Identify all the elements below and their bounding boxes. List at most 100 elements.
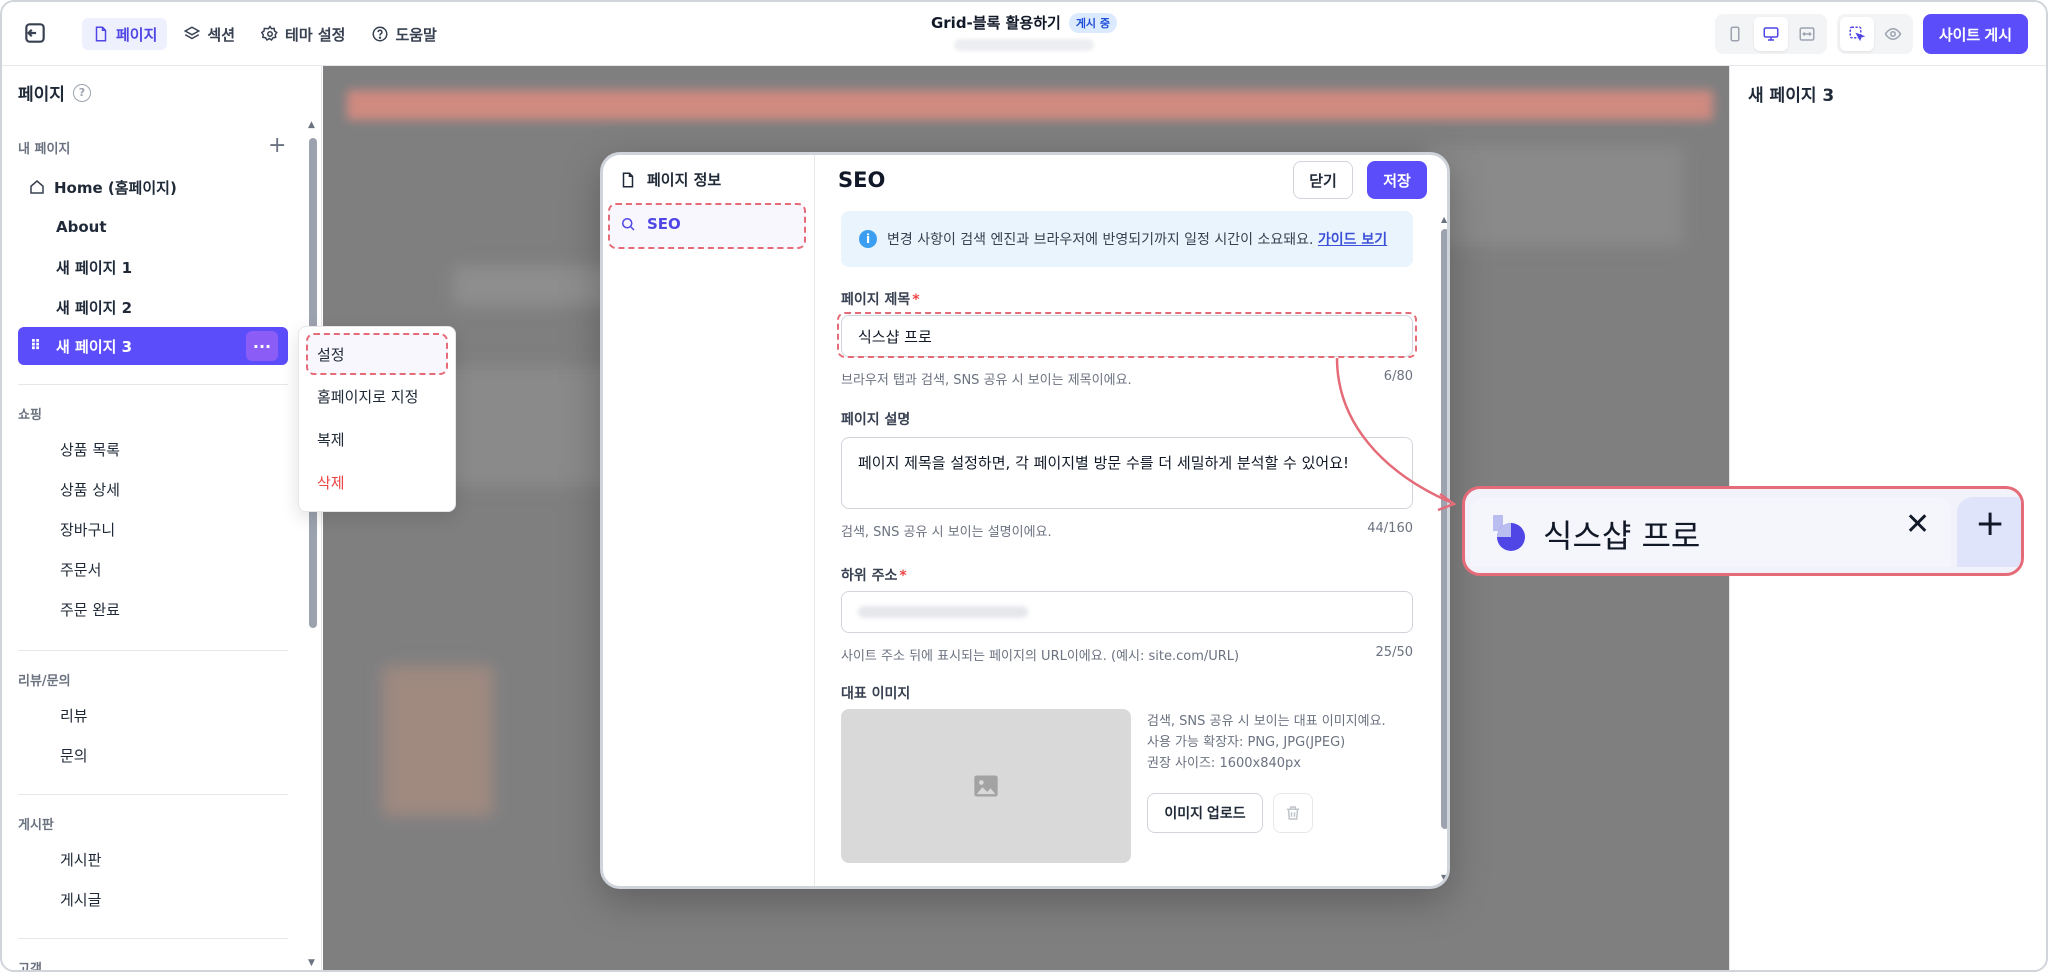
section-review: 리뷰/문의 xyxy=(18,674,71,689)
page-context-menu: 설정 홈페이지로 지정 복제 삭제 xyxy=(298,326,456,512)
favicon-icon xyxy=(1493,515,1525,551)
canvas-block-blurred xyxy=(1423,146,1683,246)
page-desc-textarea[interactable]: 페이지 제목을 설정하면, 각 페이지별 방문 수를 더 세밀하게 분석할 수 … xyxy=(841,437,1413,509)
divider xyxy=(18,794,288,795)
delete-image-button[interactable] xyxy=(1273,793,1313,833)
image-info: 검색, SNS 공유 시 보이는 대표 이미지예요. 사용 가능 확장자: PN… xyxy=(1147,714,1386,771)
section-customer: 고객 xyxy=(18,962,42,972)
close-tab-icon: ✕ xyxy=(1905,507,1931,542)
top-bar: 페이지 섹션 테마 설정 도움말 Grid-블록 활용하기 게시 중 사이트 게… xyxy=(2,2,2046,66)
eye-icon xyxy=(1884,27,1902,41)
modal-scroll-down[interactable]: ▼ xyxy=(1441,873,1447,882)
slug-value-blurred xyxy=(858,606,1028,618)
sidebar-item-inquiry[interactable]: 문의 xyxy=(20,736,290,774)
right-panel-title: 새 페이지 3 xyxy=(1748,86,1835,106)
modal-scroll-up[interactable]: ▲ xyxy=(1441,215,1447,224)
trash-icon xyxy=(1287,806,1299,820)
sidebar-title: 페이지 ? xyxy=(18,80,91,105)
slug-helper: 사이트 주소 뒤에 표시되는 페이지의 URL이에요. (예시: site.co… xyxy=(841,645,1413,664)
site-url-blurred xyxy=(954,39,1094,51)
page-title-helper: 브라우저 탭과 검색, SNS 공유 시 보이는 제목이에요. 6/80 xyxy=(841,369,1413,388)
sidebar-item-about[interactable]: About xyxy=(18,208,288,246)
mobile-view-button[interactable] xyxy=(1718,17,1752,51)
desktop-view-button[interactable] xyxy=(1753,17,1788,51)
slug-input[interactable] xyxy=(841,591,1413,633)
nav-seo[interactable]: SEO xyxy=(619,215,681,233)
context-item-set-home[interactable]: 홈페이지로 지정 xyxy=(309,376,445,416)
help-circle-icon[interactable]: ? xyxy=(72,83,91,102)
document-icon xyxy=(622,172,634,187)
home-icon xyxy=(30,180,44,194)
scroll-up-arrow[interactable]: ▲ xyxy=(308,120,315,130)
divider xyxy=(18,938,288,939)
site-title[interactable]: Grid-블록 활용하기 게시 중 xyxy=(931,12,1118,33)
status-badge: 게시 중 xyxy=(1068,12,1118,33)
context-item-settings[interactable]: 설정 xyxy=(309,334,445,374)
app-window: 페이지 섹션 테마 설정 도움말 Grid-블록 활용하기 게시 중 사이트 게… xyxy=(0,0,2048,972)
image-label: 대표 이미지 xyxy=(841,686,911,702)
nav-page-info[interactable]: 페이지 정보 xyxy=(619,169,721,190)
sidebar-item-product-list[interactable]: 상품 목록 xyxy=(20,430,290,468)
page-desc-counter: 44/160 xyxy=(1367,521,1413,536)
modal-nav: 페이지 정보 SEO xyxy=(603,155,815,886)
section-shopping: 쇼핑 xyxy=(18,408,42,423)
image-icon xyxy=(974,775,998,797)
mobile-icon xyxy=(1730,26,1740,42)
sidebar-item-review[interactable]: 리뷰 xyxy=(20,696,290,734)
info-icon: i xyxy=(859,230,877,248)
sidebar-item-new-page-2[interactable]: 새 페이지 2 xyxy=(18,288,288,326)
sidebar-item-home[interactable]: Home (홈페이지) xyxy=(18,168,288,206)
new-tab-icon: + xyxy=(1975,503,2006,544)
slug-counter: 25/50 xyxy=(1375,645,1413,660)
drag-handle-icon[interactable]: ⠿ xyxy=(30,338,41,354)
info-banner: i 변경 사항이 검색 엔진과 브라우저에 반영되기까지 일정 시간이 소요돼요… xyxy=(841,211,1413,267)
sidebar-item-board[interactable]: 게시판 xyxy=(20,840,290,878)
modal-title: SEO xyxy=(838,168,886,192)
device-toggle xyxy=(1714,14,1827,54)
canvas-block-blurred xyxy=(383,666,493,816)
close-button[interactable]: 닫기 xyxy=(1293,161,1353,199)
sidebar-item-post[interactable]: 게시글 xyxy=(20,880,290,918)
cursor-select-icon xyxy=(1849,26,1866,42)
section-my-pages: 내 페이지 xyxy=(18,142,71,157)
slug-label: 하위 주소 * xyxy=(841,568,907,584)
divider xyxy=(18,384,288,385)
modal-scrollbar[interactable] xyxy=(1441,229,1447,829)
fit-width-icon xyxy=(1799,27,1815,41)
search-icon xyxy=(622,218,635,231)
page-sidebar: 페이지 ? 내 페이지 + Home (홈페이지) About 새 페이지 1 … xyxy=(2,66,322,972)
guide-link[interactable]: 가이드 보기 xyxy=(1318,232,1387,248)
sidebar-item-new-page-3[interactable]: ⠿ 새 페이지 3 ··· xyxy=(18,327,288,365)
context-item-duplicate[interactable]: 복제 xyxy=(309,419,445,459)
sidebar-item-new-page-1[interactable]: 새 페이지 1 xyxy=(18,248,288,286)
divider xyxy=(18,650,288,651)
save-button[interactable]: 저장 xyxy=(1367,161,1427,199)
select-mode-button[interactable] xyxy=(1839,17,1874,51)
canvas-banner-blurred xyxy=(347,90,1713,120)
sidebar-item-order-complete[interactable]: 주문 완료 xyxy=(20,590,290,628)
section-board: 게시판 xyxy=(18,818,54,833)
sidebar-item-order-form[interactable]: 주문서 xyxy=(20,550,290,588)
sidebar-item-cart[interactable]: 장바구니 xyxy=(20,510,290,548)
image-placeholder[interactable] xyxy=(841,709,1131,863)
image-upload-button[interactable]: 이미지 업로드 xyxy=(1147,793,1263,833)
page-settings-modal: 페이지 정보 SEO SEO 닫기 저장 i 변경 사항이 검색 엔진과 브라우… xyxy=(600,152,1450,889)
page-desc-helper: 검색, SNS 공유 시 보이는 설명이에요. 44/160 xyxy=(841,521,1413,540)
page-title-counter: 6/80 xyxy=(1383,369,1413,384)
preview-button[interactable] xyxy=(1876,17,1910,51)
page-title-label: 페이지 제목 * xyxy=(841,292,920,308)
publish-site-button[interactable]: 사이트 게시 xyxy=(1922,14,2028,54)
page-desc-label: 페이지 설명 xyxy=(841,412,911,428)
top-right-controls: 사이트 게시 xyxy=(1714,14,2028,54)
fit-view-button[interactable] xyxy=(1790,17,1824,51)
scroll-down-arrow[interactable]: ▼ xyxy=(308,958,315,968)
tab-title: 식스샵 프로 xyxy=(1543,517,1701,555)
add-page-plus-icon[interactable]: + xyxy=(268,133,286,158)
sidebar-item-product-detail[interactable]: 상품 상세 xyxy=(20,470,290,508)
mode-toggle xyxy=(1836,14,1913,54)
browser-tab-preview: 식스샵 프로 ✕ + xyxy=(1462,486,2024,576)
context-item-delete[interactable]: 삭제 xyxy=(309,462,445,502)
highlight-title-input xyxy=(837,312,1417,358)
desktop-icon xyxy=(1763,27,1779,41)
more-options-button[interactable]: ··· xyxy=(246,331,278,361)
